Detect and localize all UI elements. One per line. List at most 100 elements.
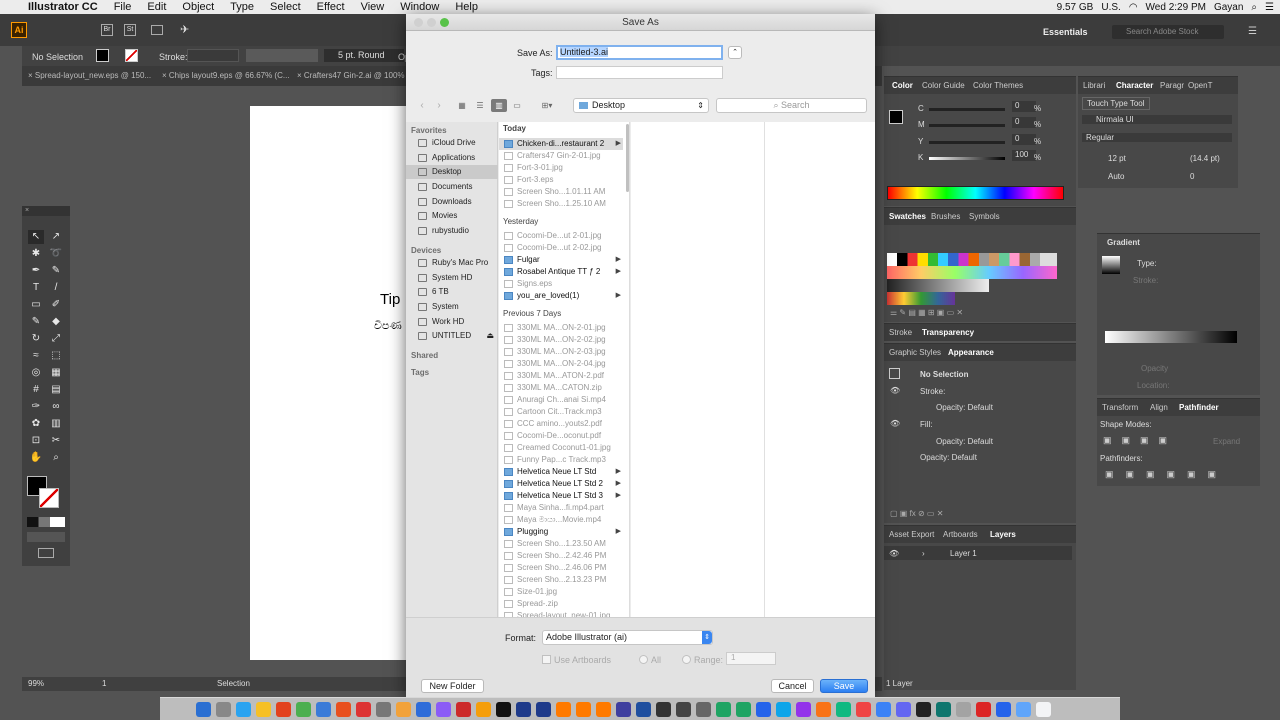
rectangle-tool-icon[interactable]: ▭ (28, 298, 44, 312)
range-input[interactable]: 1 (726, 652, 776, 665)
tab-libraries[interactable]: Librari (1083, 77, 1105, 94)
file-row[interactable]: Size-01.jpg (499, 586, 623, 598)
swatch-grid[interactable] (887, 253, 1057, 305)
file-row[interactable]: Funny Pap...c Track.mp3 (499, 454, 623, 466)
channel-m-slider[interactable] (929, 124, 1005, 127)
file-row[interactable]: Screen Sho...2.42.46 PM (499, 550, 623, 562)
file-row[interactable]: Creamed Coconut1-01.jpg (499, 442, 623, 454)
tab-graphic-styles[interactable]: Graphic Styles (889, 344, 941, 361)
line-tool-icon[interactable]: / (48, 281, 64, 295)
rotate-tool-icon[interactable]: ↻ (28, 332, 44, 346)
folder-row[interactable]: Plugging ▶ (499, 526, 623, 538)
dock-app-icon[interactable] (616, 702, 631, 717)
file-row[interactable]: Screen Sho...2.13.23 PM (499, 574, 623, 586)
dock-app-icon[interactable] (216, 702, 231, 717)
list-view-button[interactable]: ☰ (473, 99, 487, 112)
mesh-tool-icon[interactable]: # (28, 383, 44, 397)
new-folder-button[interactable]: New Folder (421, 679, 484, 693)
folder-row[interactable]: Helvetica Neue LT Std ▶ (499, 466, 623, 478)
folder-row[interactable]: Rosabel Antique TT ƒ 2 ▶ (499, 266, 623, 278)
appearance-fill-row[interactable]: Fill: (920, 420, 932, 429)
dock-app-icon[interactable] (276, 702, 291, 717)
current-tool-status[interactable]: Selection (217, 679, 250, 688)
file-row[interactable]: Screen Sho...1.01.11 AM (499, 186, 623, 198)
adobe-stock-search[interactable]: Search Adobe Stock (1112, 25, 1224, 39)
tab-color-guide[interactable]: Color Guide (922, 77, 965, 94)
arrange-documents-icon[interactable] (151, 25, 163, 35)
appearance-object-opacity[interactable]: Opacity: Default (920, 453, 977, 462)
brush-definition[interactable]: 5 pt. Round (324, 49, 404, 62)
file-row[interactable]: 330ML MA...ON-2-04.jpg (499, 358, 623, 370)
column-graph-tool-icon[interactable]: ▥ (48, 417, 64, 431)
use-artboards-checkbox[interactable] (542, 655, 551, 664)
curvature-tool-icon[interactable]: ✎ (48, 264, 64, 278)
dock-app-icon[interactable] (396, 702, 411, 717)
artboard-tool-icon[interactable]: ⊡ (28, 434, 44, 448)
file-row[interactable]: Cocomi-De...ut 2-02.jpg (499, 242, 623, 254)
artboard-number[interactable]: 1 (102, 679, 106, 688)
file-row[interactable]: Crafters47 Gin-2-01.jpg (499, 150, 623, 162)
shaper-tool-icon[interactable]: ✎ (28, 315, 44, 329)
sidebar-item-rubys-mac-pro[interactable]: Ruby's Mac Pro (406, 256, 498, 270)
tab-layers[interactable]: Layers (990, 526, 1016, 543)
kerning-field[interactable]: Auto (1108, 172, 1124, 181)
dock-app-icon[interactable] (876, 702, 891, 717)
zoom-window-button[interactable] (440, 18, 449, 27)
gradient-slider[interactable] (1105, 331, 1237, 343)
leading-field[interactable]: (14.4 pt) (1190, 154, 1220, 163)
tab-asset-export[interactable]: Asset Export (889, 526, 934, 543)
dock-app-icon[interactable] (536, 702, 551, 717)
format-select[interactable]: Adobe Illustrator (ai) ⇕ (542, 630, 713, 645)
menu-window[interactable]: Window (392, 1, 447, 13)
sidebar-item-work-hd[interactable]: Work HD (406, 315, 498, 329)
cover-flow-button[interactable]: ▭ (510, 99, 524, 112)
dock-app-icon[interactable] (656, 702, 671, 717)
layer-name[interactable]: Layer 1 (950, 549, 977, 558)
stroke-color-box[interactable] (39, 488, 59, 508)
dock-app-icon[interactable] (476, 702, 491, 717)
zoom-tool-icon[interactable]: ⌕ (48, 451, 64, 465)
paintbrush-tool-icon[interactable]: ✐ (48, 298, 64, 312)
stroke-weight-field[interactable] (187, 49, 239, 62)
sidebar-item-desktop[interactable]: Desktop (406, 165, 498, 179)
font-size-field[interactable]: 12 pt (1108, 154, 1126, 163)
file-row[interactable]: Fort-3-01.jpg (499, 162, 623, 174)
panel-menu-icon[interactable]: ☰ (1248, 26, 1257, 37)
tab-color-themes[interactable]: Color Themes (973, 77, 1023, 94)
dock-app-icon[interactable] (1036, 702, 1051, 717)
folder-row[interactable]: Helvetica Neue LT Std 2 ▶ (499, 478, 623, 490)
sidebar-item-6tb[interactable]: 6 TB (406, 285, 498, 299)
all-radio[interactable] (639, 655, 648, 664)
sidebar-item-icloud-drive[interactable]: iCloud Drive (406, 136, 498, 150)
fill-swatch[interactable] (96, 49, 109, 62)
dock-app-icon[interactable] (716, 702, 731, 717)
expand-button[interactable]: Expand (1213, 437, 1240, 446)
sidebar-item-downloads[interactable]: Downloads (406, 195, 498, 209)
sidebar-item-system[interactable]: System (406, 300, 498, 314)
channel-c-value[interactable]: 0 (1012, 101, 1036, 112)
dock-app-icon[interactable] (1016, 702, 1031, 717)
stroke-swatch[interactable] (125, 49, 138, 62)
channel-k-value[interactable]: 100 (1012, 150, 1036, 161)
tab-stroke[interactable]: Stroke (889, 324, 912, 341)
cancel-button[interactable]: Cancel (771, 679, 814, 693)
range-radio[interactable] (682, 655, 691, 664)
magic-wand-tool-icon[interactable]: ✱ (28, 247, 44, 261)
menu-effect[interactable]: Effect (309, 1, 353, 13)
dock-app-icon[interactable] (996, 702, 1011, 717)
tracking-field[interactable]: 0 (1190, 172, 1194, 181)
dock-app-icon[interactable] (976, 702, 991, 717)
tab-color[interactable]: Color (892, 77, 913, 94)
expand-dialog-button[interactable]: ⌃ (728, 46, 742, 59)
file-row[interactable]: Screen Sho...1.23.50 AM (499, 538, 623, 550)
clock[interactable]: Wed 2:29 PM (1146, 2, 1206, 13)
width-tool-icon[interactable]: ≈ (28, 349, 44, 363)
blend-tool-icon[interactable]: ∞ (48, 400, 64, 414)
menu-edit[interactable]: Edit (139, 1, 174, 13)
file-row[interactable]: Anuragi Ch...anai Si.mp4 (499, 394, 623, 406)
sidebar-item-documents[interactable]: Documents (406, 180, 498, 194)
menu-help[interactable]: Help (447, 1, 486, 13)
file-row[interactable]: CCC amino...youts2.pdf (499, 418, 623, 430)
artboard[interactable]: Tip විපණ (250, 106, 410, 660)
file-row[interactable]: Spread-.zip (499, 598, 623, 610)
